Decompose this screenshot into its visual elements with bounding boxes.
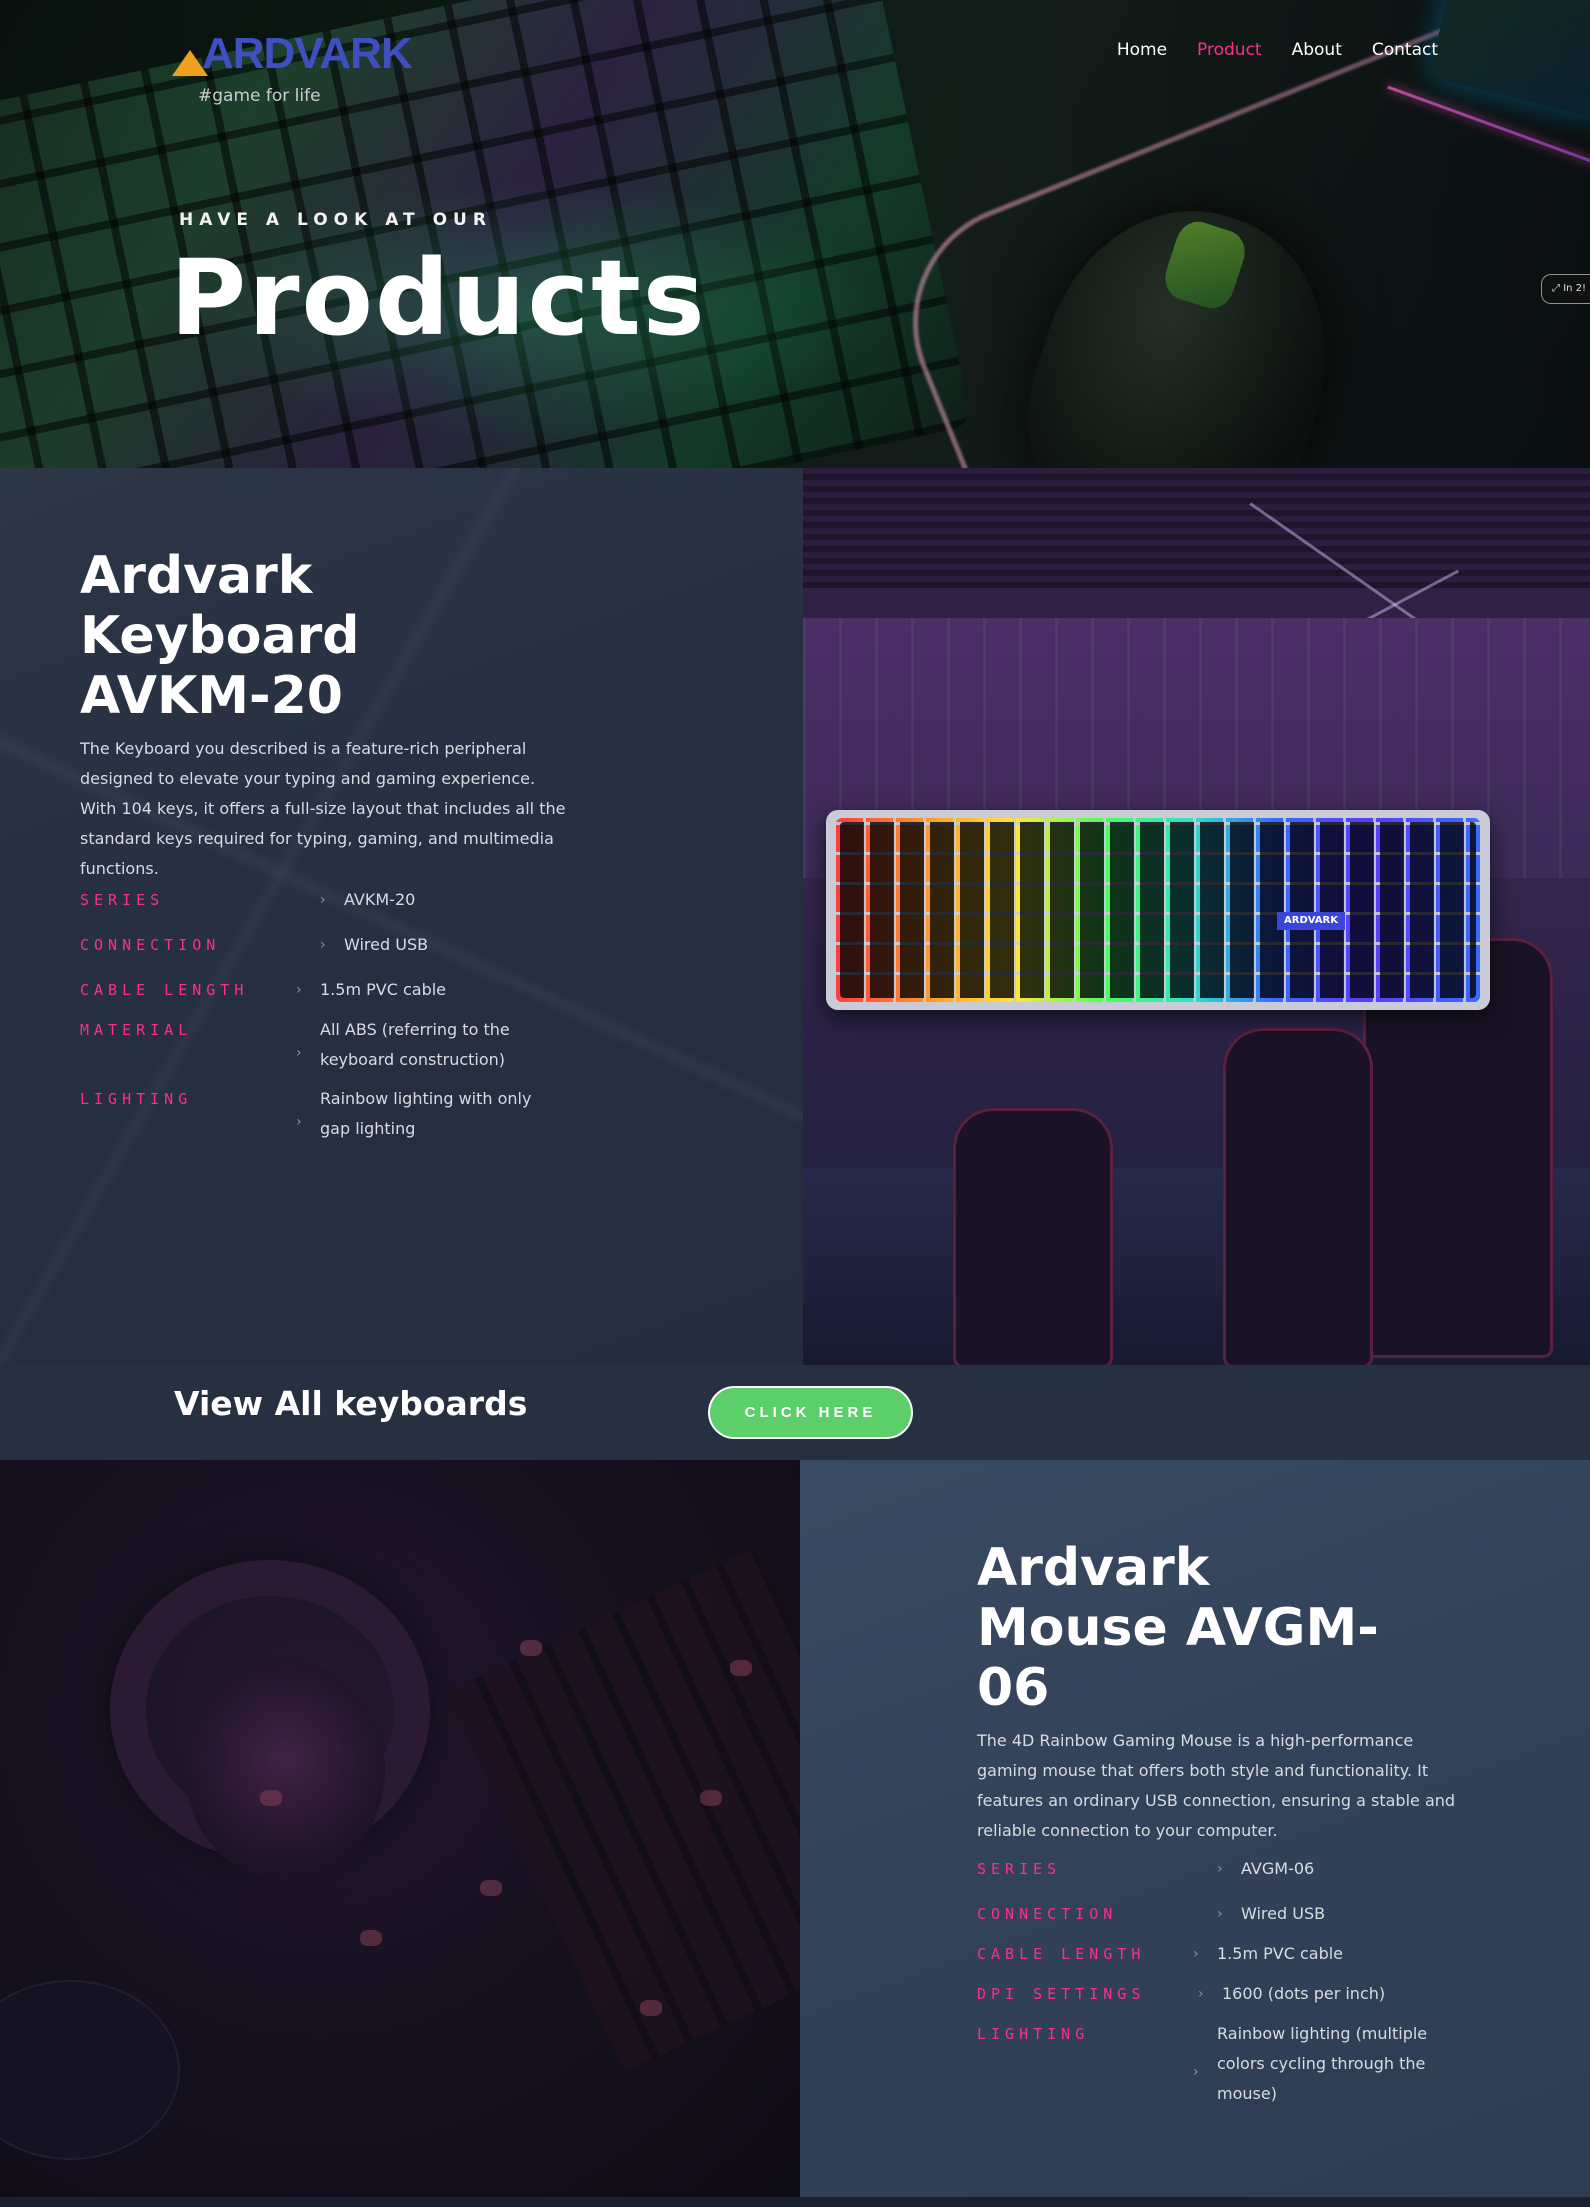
keyboard-title: Ardvark Keyboard AVKM-20 xyxy=(80,546,360,726)
spec-connection: CONNECTION › Wired USB xyxy=(977,1904,1325,1929)
nav-product[interactable]: Product xyxy=(1197,40,1262,60)
spec-series: SERIES › AVGM-06 xyxy=(977,1859,1314,1884)
hero-subtitle: HAVE A LOOK AT OUR xyxy=(179,210,492,230)
spec-dpi-settings: DPI SETTINGS › 1600 (dots per inch) xyxy=(977,1984,1385,2009)
chevron-right-icon: › xyxy=(1198,1986,1204,2002)
chevron-right-icon: › xyxy=(1217,1861,1223,1877)
aardvark-logo-icon xyxy=(172,42,208,76)
chevron-right-icon: › xyxy=(296,1045,302,1061)
spec-lighting: LIGHTING › Rainbow lighting (multiple co… xyxy=(977,2024,1427,2109)
nav-contact[interactable]: Contact xyxy=(1372,40,1438,60)
mouse-title: Ardvark Mouse AVGM- 06 xyxy=(977,1538,1379,1718)
chevron-right-icon: › xyxy=(296,1114,302,1130)
chevron-right-icon: › xyxy=(1193,1946,1199,1962)
keyboard-description: The Keyboard you described is a feature-… xyxy=(80,739,566,878)
link-icon: ⤢ xyxy=(1552,283,1564,294)
chevron-right-icon: › xyxy=(320,892,326,908)
nav-about[interactable]: About xyxy=(1292,40,1342,60)
spec-cable-length: CABLE LENGTH › 1.5m PVC cable xyxy=(80,980,446,1005)
spec-connection: CONNECTION › Wired USB xyxy=(80,935,428,960)
keyboard-render xyxy=(826,810,1490,1010)
main-nav: Home Product About Contact xyxy=(1117,40,1438,60)
spec-series: SERIES › AVKM-20 xyxy=(80,890,415,915)
mouse-lifestyle-image xyxy=(0,1460,800,2197)
spec-cable-length: CABLE LENGTH › 1.5m PVC cable xyxy=(977,1944,1343,1969)
view-all-title: View All keyboards xyxy=(174,1384,528,1423)
brand-logo[interactable]: ARDVARK xyxy=(172,29,413,78)
brand-tagline: #game for life xyxy=(198,86,321,106)
side-tab[interactable]: ⤢ In 2! xyxy=(1541,274,1590,304)
keycap-brand: ARDVARK xyxy=(1277,912,1345,930)
spec-lighting: LIGHTING › Rainbow lighting with only ga… xyxy=(80,1089,531,1144)
chevron-right-icon: › xyxy=(1193,2064,1199,2080)
chevron-right-icon: › xyxy=(320,937,326,953)
spec-material: MATERIAL › All ABS (referring to the key… xyxy=(80,1020,510,1075)
chevron-right-icon: › xyxy=(1217,1906,1223,1922)
mouse-description: The 4D Rainbow Gaming Mouse is a high-pe… xyxy=(977,1731,1456,1840)
chevron-right-icon: › xyxy=(296,982,302,998)
click-here-button[interactable]: CLICK HERE xyxy=(708,1386,913,1439)
page-title: Products xyxy=(170,237,707,359)
nav-home[interactable]: Home xyxy=(1117,40,1167,60)
logo-text: ARDVARK xyxy=(202,29,413,78)
